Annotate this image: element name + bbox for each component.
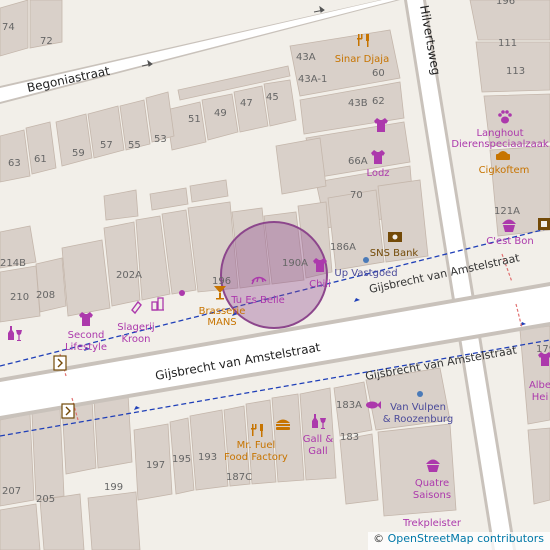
poi-label: Saisons: [413, 490, 451, 501]
tram-stop-icon[interactable]: [53, 355, 67, 371]
house-number: 43B: [348, 98, 368, 109]
poi-label: Food Factory: [224, 452, 288, 463]
house-number: 63: [8, 158, 21, 169]
poi-label: Lifestyle: [65, 342, 107, 353]
house-number: 61: [34, 154, 47, 165]
poi-label: Slagerij: [117, 322, 154, 333]
house-number: 55: [128, 140, 141, 151]
house-number: 47: [240, 98, 253, 109]
house-number: 210: [10, 292, 29, 303]
house-number: 60: [372, 68, 385, 79]
house-number: 53: [154, 134, 167, 145]
house-number: 205: [36, 494, 55, 505]
office-icon[interactable]: [417, 391, 423, 397]
house-number: 202A: [116, 270, 142, 281]
poi-label: Mr. Fuel: [237, 440, 276, 451]
bank-icon[interactable]: [538, 218, 550, 230]
house-number: 186A: [330, 242, 356, 253]
poi-label: Up Vastgoed: [334, 268, 397, 279]
poi-label: Kroon: [121, 334, 150, 345]
house-number: 59: [72, 148, 85, 159]
house-number: 193: [198, 452, 217, 463]
poi-label: Chili: [309, 279, 331, 290]
house-number: 43A: [296, 52, 316, 63]
house-number: 197: [146, 460, 165, 471]
house-number: 214B: [0, 258, 26, 269]
house-number: 62: [372, 96, 385, 107]
poi-label: Van Vulpen: [390, 402, 446, 413]
tram-stop-icon[interactable]: [61, 403, 75, 419]
house-number: 183A: [336, 400, 362, 411]
poi-label: Langhout: [476, 128, 523, 139]
copyright-symbol: ©: [373, 532, 385, 545]
poi-label: Gall &: [303, 434, 334, 445]
poi-label: Sinar Djaja: [335, 54, 389, 65]
house-number: 207: [2, 486, 21, 497]
house-number: 70: [350, 190, 363, 201]
house-number: 45: [266, 92, 279, 103]
map-canvas[interactable]: Begoniastraat Hilvertsweg Gijsbrecht van…: [0, 0, 550, 550]
poi-label: Gall: [308, 446, 327, 457]
poi-label: Hei: [532, 392, 548, 403]
poi-label: Second: [68, 330, 105, 341]
poi-label: Brasserie: [199, 306, 246, 317]
house-number: 190A: [282, 258, 308, 269]
poi-label: Dierenspeciaalzaak: [451, 139, 549, 150]
house-number: 113: [506, 66, 525, 77]
house-number: 121A: [494, 206, 520, 217]
house-number: 72: [40, 36, 53, 47]
poi-label: Quatre: [415, 478, 449, 489]
poi-label: C'est Bon: [486, 236, 534, 247]
poi-label: & Roozenburg: [383, 414, 453, 425]
map-viewport[interactable]: Begoniastraat Hilvertsweg Gijsbrecht van…: [0, 0, 550, 550]
house-number: 187C: [226, 472, 252, 483]
poi-label: Cigkoftem: [479, 165, 530, 176]
poi-label: Tu Es Belle: [230, 295, 285, 306]
house-number: 196: [496, 0, 515, 7]
poi-label: MANS: [207, 317, 236, 328]
house-number: 195: [172, 454, 191, 465]
map-attribution: © OpenStreetMap contributors: [368, 532, 550, 550]
house-number: 111: [498, 38, 517, 49]
house-number: 183: [340, 432, 359, 443]
house-number: 199: [104, 482, 123, 493]
house-number: 51: [188, 114, 201, 125]
office-icon[interactable]: [363, 257, 369, 263]
poi-label: SNS Bank: [370, 248, 419, 259]
house-number: 74: [2, 22, 15, 33]
house-number: 66A: [348, 156, 368, 167]
poi-label: Trekpleister: [402, 518, 462, 529]
house-number: 49: [214, 108, 227, 119]
house-number: 196: [212, 276, 231, 287]
shop-dot-icon[interactable]: [179, 290, 185, 296]
osm-attribution-link[interactable]: OpenStreetMap contributors: [388, 532, 544, 545]
house-number: 57: [100, 140, 113, 151]
bank-icon[interactable]: [388, 232, 402, 242]
house-number: 43A-1: [298, 74, 327, 85]
house-number: 208: [36, 290, 55, 301]
poi-label: Albe: [529, 380, 550, 391]
poi-label: Lodz: [366, 168, 389, 179]
